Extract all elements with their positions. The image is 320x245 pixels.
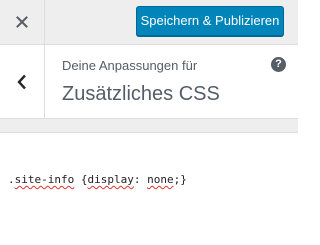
code-token: . xyxy=(8,173,15,186)
code-token-property: display xyxy=(87,173,134,186)
help-icon[interactable]: ? xyxy=(271,57,286,72)
code-token: { xyxy=(74,173,88,186)
section-title: Zusätzliches CSS xyxy=(62,83,220,105)
chevron-left-icon xyxy=(17,74,27,90)
code-token-selector: site-info xyxy=(14,173,75,186)
save-publish-button[interactable]: Speichern & Publizieren xyxy=(136,6,284,36)
section-header: Deine Anpassungen für Zusätzliches CSS ? xyxy=(0,45,298,119)
section-divider xyxy=(0,119,298,133)
code-token: ;} xyxy=(173,173,187,186)
close-customizer-button[interactable] xyxy=(0,0,45,44)
css-code-editor[interactable]: .site-info {display: none;} xyxy=(0,133,298,245)
code-line: .site-info {display: none;} xyxy=(8,173,187,186)
back-button[interactable] xyxy=(0,45,45,118)
code-token: : xyxy=(133,173,148,186)
close-icon xyxy=(16,16,28,28)
section-subtitle: Deine Anpassungen für xyxy=(62,58,198,73)
code-token-value: none xyxy=(147,173,174,186)
customizer-header-actions: Speichern & Publizieren xyxy=(0,0,298,45)
